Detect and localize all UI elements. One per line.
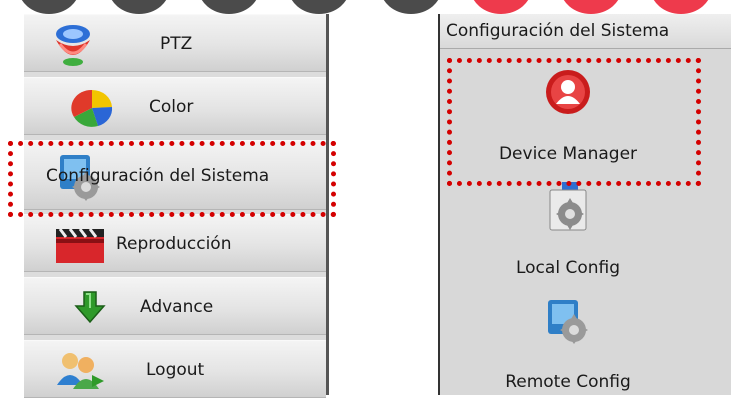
green-arrow-down-icon (74, 291, 106, 324)
brand-logo-strip (0, 0, 731, 14)
logout-label: Logout (146, 360, 205, 380)
local-config-icon (549, 182, 587, 231)
highlight-box-system-config (8, 141, 336, 217)
menu-button-color[interactable]: Color (24, 77, 326, 135)
color-palette-icon (71, 89, 113, 127)
advance-label: Advance (140, 297, 214, 317)
ptz-icon (56, 25, 90, 66)
menu-button-advance[interactable]: Advance (24, 277, 326, 335)
users-logout-icon (57, 353, 104, 389)
panel-header: Configuración del Sistema (440, 14, 731, 49)
panel-title: Configuración del Sistema (446, 21, 670, 41)
menu-button-logout[interactable]: Logout (24, 340, 326, 398)
menu-button-ptz[interactable]: PTZ (24, 14, 326, 72)
remote-config-label: Remote Config (505, 372, 631, 392)
color-label: Color (149, 97, 194, 117)
clapperboard-icon (56, 228, 104, 263)
local-config-label: Local Config (515, 258, 620, 278)
local-config-button[interactable]: Local Config (440, 182, 731, 282)
menu-button-playback[interactable]: Reproducción (24, 214, 326, 272)
highlight-box-device-manager (447, 58, 701, 186)
playback-label: Reproducción (116, 234, 232, 254)
remote-config-button[interactable]: Remote Config (440, 290, 731, 395)
ptz-label: PTZ (160, 34, 193, 54)
remote-config-icon (548, 300, 588, 344)
